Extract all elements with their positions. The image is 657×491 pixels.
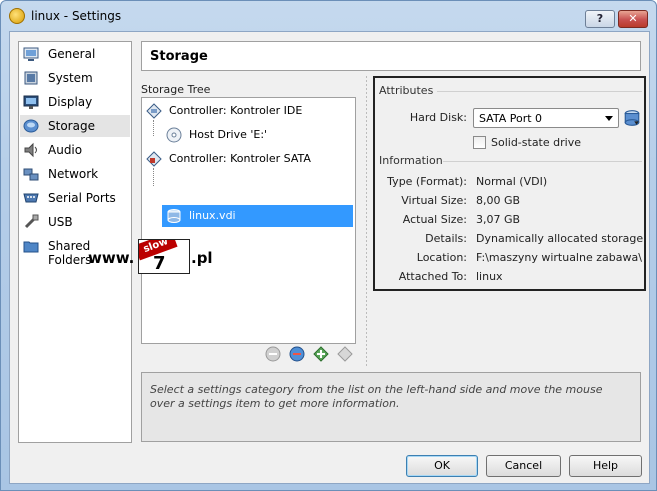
audio-icon xyxy=(24,142,37,158)
sidebar-item-usb[interactable]: USB xyxy=(20,211,130,233)
section-divider xyxy=(443,161,642,162)
sidebar-item-label: General xyxy=(48,47,96,61)
remove-attachment-icon[interactable] xyxy=(265,346,281,362)
info-value-location: F:\maszyny wirtualne zabawa\lin... xyxy=(476,251,642,264)
info-label-location: Location: xyxy=(416,251,467,264)
add-controller-icon[interactable] xyxy=(289,346,305,362)
sidebar-item-storage[interactable]: Storage xyxy=(20,115,130,137)
tree-item-host-drive[interactable]: Host Drive 'E:' xyxy=(142,124,355,146)
attributes-panel: Attributes Hard Disk: SATA Port 0 Solid-… xyxy=(373,76,646,291)
display-icon xyxy=(23,95,39,109)
info-value-virtual-size: 8,00 GB xyxy=(476,194,521,207)
sidebar-item-network[interactable]: Network xyxy=(20,163,130,185)
optical-disc-icon xyxy=(166,127,182,143)
window-title: linux - Settings xyxy=(31,9,122,23)
sidebar-item-label: System xyxy=(48,71,93,85)
serial-ports-icon xyxy=(23,193,39,203)
hard-disk-select[interactable]: SATA Port 0 xyxy=(473,108,619,128)
help-description-box: Select a settings category from the list… xyxy=(141,372,641,442)
tree-item-label: linux.vdi xyxy=(189,209,236,222)
storage-icon xyxy=(23,119,39,133)
shared-folders-icon xyxy=(23,241,39,253)
sidebar-item-system[interactable]: System xyxy=(20,67,130,89)
page-title: Storage xyxy=(150,49,208,64)
help-button[interactable]: Help xyxy=(569,455,642,477)
title-bar[interactable]: linux - Settings ? ✕ xyxy=(1,1,656,31)
general-icon xyxy=(23,47,39,61)
virtualbox-gear-icon xyxy=(9,8,25,24)
info-label-attached-to: Attached To: xyxy=(398,270,467,283)
network-icon xyxy=(23,168,39,181)
information-title: Information xyxy=(379,154,443,167)
tree-item-label: Controller: Kontroler IDE xyxy=(169,104,303,117)
watermark-prefix: www. xyxy=(88,249,135,267)
tree-item-linux-vdi[interactable]: linux.vdi xyxy=(162,205,353,227)
info-value-type: Normal (VDI) xyxy=(476,175,548,188)
usb-icon xyxy=(24,214,39,229)
sidebar-item-label: Storage xyxy=(48,119,95,133)
storage-tree-label: Storage Tree xyxy=(141,83,211,96)
info-label-type: Type (Format): xyxy=(387,175,467,188)
system-icon xyxy=(24,71,38,85)
remove-controller-icon[interactable] xyxy=(337,346,353,362)
tree-item-label: Host Drive 'E:' xyxy=(189,128,268,141)
tree-connector xyxy=(153,168,155,186)
title-close-button[interactable]: ✕ xyxy=(618,10,648,28)
tree-item-controller-ide[interactable]: Controller: Kontroler IDE xyxy=(142,100,355,122)
choose-disk-image-icon[interactable] xyxy=(623,109,641,127)
hard-disk-label: Hard Disk: xyxy=(409,111,467,124)
sidebar-item-general[interactable]: General xyxy=(20,43,130,65)
sidebar-item-label: Display xyxy=(48,95,93,109)
tree-item-label: Controller: Kontroler SATA xyxy=(169,152,311,165)
info-value-actual-size: 3,07 GB xyxy=(476,213,521,226)
solid-state-drive-checkbox[interactable] xyxy=(473,136,486,149)
sidebar-item-label: Audio xyxy=(48,143,83,157)
sidebar-item-audio[interactable]: Audio xyxy=(20,139,130,161)
chevron-down-icon xyxy=(605,116,613,121)
sidebar-item-label: Serial Ports xyxy=(48,191,116,205)
hard-disk-icon xyxy=(167,209,181,223)
section-divider xyxy=(437,91,642,92)
hard-disk-select-value: SATA Port 0 xyxy=(479,112,543,125)
title-help-button[interactable]: ? xyxy=(585,10,615,28)
page-title-box: Storage xyxy=(141,41,641,71)
sidebar-item-label: USB xyxy=(48,215,73,229)
storage-tree[interactable]: Controller: Kontroler IDE Host Drive 'E:… xyxy=(141,97,356,344)
panel-divider[interactable] xyxy=(366,76,367,368)
watermark-suffix: .pl xyxy=(191,249,213,267)
solid-state-drive-label: Solid-state drive xyxy=(491,136,581,149)
sidebar-item-display[interactable]: Display xyxy=(20,91,130,113)
info-value-attached-to: linux xyxy=(476,270,503,283)
tree-item-controller-sata[interactable]: Controller: Kontroler SATA xyxy=(142,148,355,170)
ok-button[interactable]: OK xyxy=(406,455,478,477)
sidebar-item-label: Network xyxy=(48,167,99,181)
watermark-logo: www. slow 7 .pl xyxy=(88,239,218,275)
info-label-virtual-size: Virtual Size: xyxy=(401,194,467,207)
info-label-details: Details: xyxy=(425,232,467,245)
help-description-text: Select a settings category from the list… xyxy=(150,383,603,410)
settings-window: linux - Settings ? ✕ General System Disp… xyxy=(0,0,657,491)
info-label-actual-size: Actual Size: xyxy=(402,213,467,226)
watermark-badge-box: slow 7 xyxy=(138,239,190,274)
watermark-number: 7 xyxy=(153,253,166,274)
cancel-button[interactable]: Cancel xyxy=(486,455,561,477)
add-attachment-icon[interactable] xyxy=(313,346,329,362)
sidebar-item-serial-ports[interactable]: Serial Ports xyxy=(20,187,130,209)
attributes-title: Attributes xyxy=(379,84,434,97)
info-value-details: Dynamically allocated storage xyxy=(476,232,644,245)
sata-controller-icon xyxy=(146,151,162,167)
ide-controller-icon xyxy=(146,103,162,119)
tree-connector xyxy=(153,120,155,136)
